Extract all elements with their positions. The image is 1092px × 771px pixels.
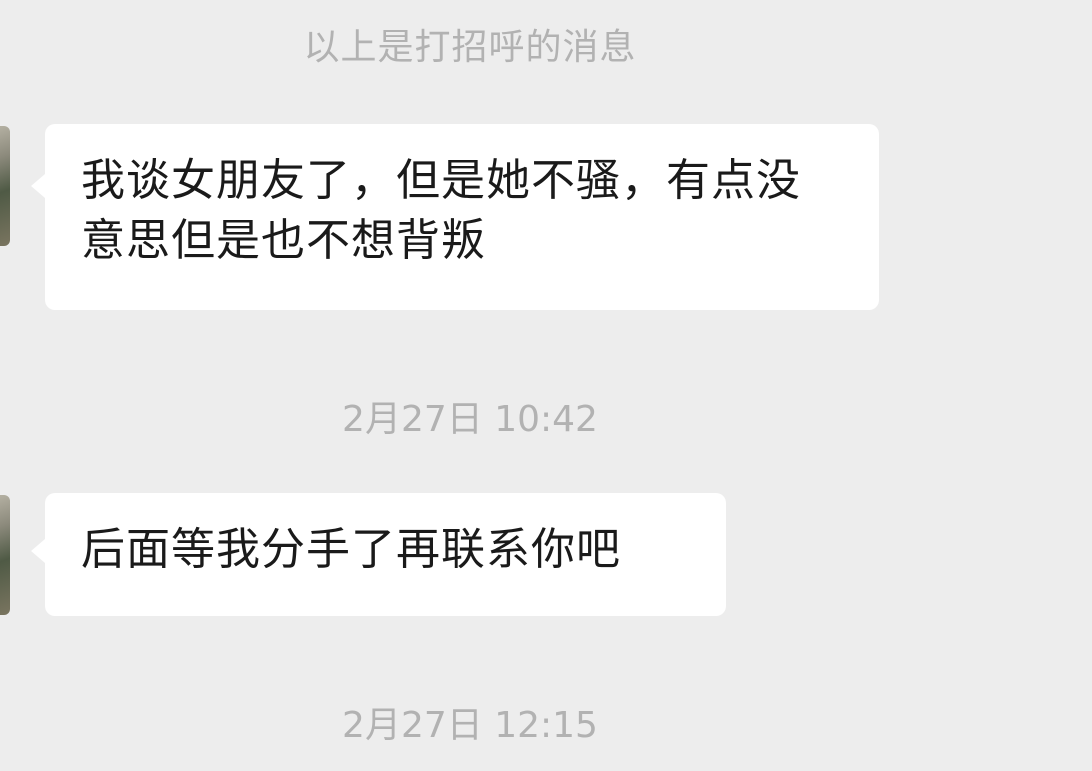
- contact-avatar[interactable]: [0, 495, 10, 615]
- timestamp: 2月27日 12:15: [342, 705, 598, 746]
- message-text: 我谈女朋友了，但是她不骚，有点没意思但是也不想背叛: [81, 155, 801, 266]
- message-bubble[interactable]: 后面等我分手了再联系你吧: [31, 493, 726, 616]
- chat-window: 以上是打招呼的消息 我谈女朋友了，但是她不骚，有点没意思但是也不想背叛 2月27…: [0, 0, 1092, 771]
- message-bubble[interactable]: 我谈女朋友了，但是她不骚，有点没意思但是也不想背叛: [31, 124, 879, 310]
- bubble-tail: [31, 539, 45, 563]
- timestamp: 2月27日 10:42: [342, 399, 598, 440]
- greeting-note: 以上是打招呼的消息: [303, 27, 637, 68]
- message-text: 后面等我分手了再联系你吧: [81, 524, 621, 575]
- bubble-tail: [31, 174, 45, 198]
- contact-avatar[interactable]: [0, 126, 10, 246]
